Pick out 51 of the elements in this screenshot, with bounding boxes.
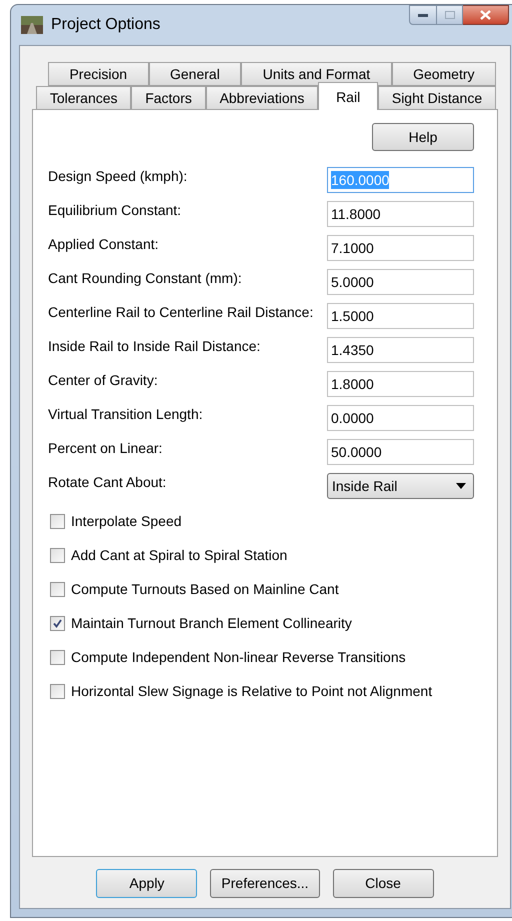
checkbox[interactable]	[50, 548, 65, 563]
checkbox-label: Interpolate Speed	[71, 512, 182, 531]
checkbox-label: Compute Independent Non-linear Reverse Transitions	[71, 648, 406, 667]
tab[interactable]: Abbreviations	[206, 86, 318, 110]
field-label: Equilibrium Constant:	[48, 201, 182, 219]
checkbox[interactable]	[50, 684, 65, 699]
field-label: Centerline Rail to Centerline Rail Distance:	[48, 303, 314, 321]
tab[interactable]: Tolerances	[36, 86, 132, 110]
checkbox[interactable]	[50, 616, 65, 631]
checkbox[interactable]	[50, 582, 65, 597]
input-field[interactable]: 11.8000	[327, 201, 474, 227]
input-field[interactable]: 0.0000	[327, 405, 474, 431]
field-label: Percent on Linear:	[48, 439, 164, 457]
field-label: Applied Constant:	[48, 235, 160, 253]
tab[interactable]: Rail	[318, 82, 378, 110]
input-field[interactable]: 50.0000	[327, 439, 474, 465]
input-field[interactable]: 1.5000	[327, 303, 474, 329]
field-label: Virtual Transition Length:	[48, 405, 204, 423]
close-button[interactable]	[463, 5, 509, 25]
input-field[interactable]: 7.1000	[327, 235, 474, 261]
checkbox[interactable]	[50, 514, 65, 529]
field-label: Inside Rail to Inside Rail Distance:	[48, 337, 262, 355]
field-label: Cant Rounding Constant (mm):	[48, 269, 243, 287]
tab[interactable]: Factors	[131, 86, 206, 110]
window-title: Project Options	[51, 15, 160, 35]
minimize-button[interactable]	[409, 5, 437, 25]
tab[interactable]: General	[148, 62, 242, 86]
close-icon	[480, 10, 491, 20]
dropdown[interactable]: Inside Rail	[327, 473, 474, 499]
dialog-button[interactable]: Apply	[96, 869, 198, 898]
tab[interactable]: Precision	[48, 62, 149, 86]
input-field[interactable]: 1.8000	[327, 371, 474, 397]
dialog-button[interactable]: Preferences...	[210, 869, 320, 898]
field-label: Design Speed (kmph):	[48, 167, 188, 185]
dropdown-arrow-icon	[456, 483, 466, 489]
tab[interactable]: Geometry	[392, 62, 496, 86]
railway-icon	[21, 16, 43, 34]
input-field[interactable]: 1.4350	[327, 337, 474, 363]
checkbox-label: Horizontal Slew Signage is Relative to Point not Alignment	[71, 682, 432, 701]
tab[interactable]: Sight Distance	[378, 86, 496, 110]
checkmark-icon	[53, 619, 62, 628]
help-button[interactable]: Help	[372, 123, 474, 151]
checkbox-label: Add Cant at Spiral to Spiral Station	[71, 546, 288, 565]
input-field[interactable]: 5.0000	[327, 269, 474, 295]
checkbox-label: Compute Turnouts Based on Mainline Cant	[71, 580, 339, 599]
checkbox[interactable]	[50, 650, 65, 665]
field-label: Center of Gravity:	[48, 371, 159, 389]
field-label: Rotate Cant About:	[48, 473, 168, 491]
checkbox-label: Maintain Turnout Branch Element Collinearity	[71, 614, 352, 633]
dialog-button[interactable]: Close	[332, 869, 434, 898]
tab[interactable]: Units and Format	[241, 62, 392, 86]
